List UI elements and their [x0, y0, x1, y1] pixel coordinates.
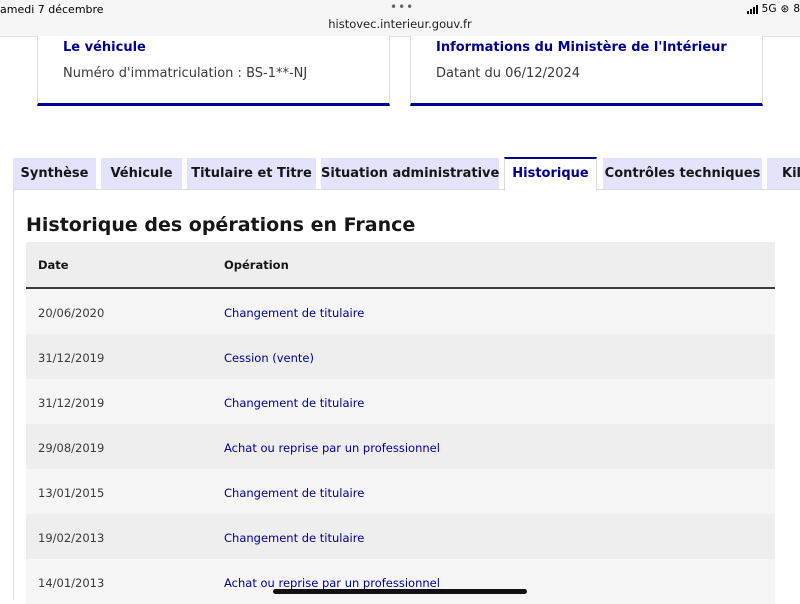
row-date: 14/01/2013	[38, 576, 105, 590]
tab-titulaire[interactable]: Titulaire et Titre	[187, 158, 316, 190]
signal-icon	[746, 4, 758, 14]
table-row: 29/08/2019 Achat ou reprise par un profe…	[26, 424, 775, 469]
vehicle-card: Le véhicule Numéro d'immatriculation : B…	[37, 36, 390, 106]
tab-kilometrage[interactable]: Kilo	[767, 158, 800, 190]
focus-icon: ⊛	[780, 3, 790, 15]
tab-vehicule[interactable]: Véhicule	[101, 158, 182, 190]
table-row: 20/06/2020 Changement de titulaire	[26, 289, 775, 334]
row-date: 20/06/2020	[38, 306, 105, 320]
row-operation-link[interactable]: Changement de titulaire	[224, 486, 364, 500]
row-operation-link[interactable]: Changement de titulaire	[224, 531, 364, 545]
row-date: 19/02/2013	[38, 531, 105, 545]
ministry-card: Informations du Ministère de l'Intérieur…	[410, 36, 763, 106]
row-operation-link[interactable]: Changement de titulaire	[224, 396, 364, 410]
operations-table: Date Opération 20/06/2020 Changement de …	[26, 242, 775, 604]
tab-list: Synthèse Véhicule Titulaire et Titre Sit…	[0, 157, 800, 191]
more-dots-icon[interactable]: •••	[390, 0, 414, 14]
row-date: 29/08/2019	[38, 441, 105, 455]
row-operation-link[interactable]: Changement de titulaire	[224, 306, 364, 320]
row-operation-link[interactable]: Achat ou reprise par un professionnel	[224, 576, 440, 590]
row-date: 31/12/2019	[38, 351, 105, 365]
tab-controles-techniques[interactable]: Contrôles techniques	[603, 158, 762, 190]
tab-historique[interactable]: Historique	[504, 157, 597, 191]
home-indicator[interactable]	[273, 589, 527, 594]
table-row: 13/01/2015 Changement de titulaire	[26, 469, 775, 514]
row-operation-link[interactable]: Cession (vente)	[224, 351, 314, 365]
table-row: 31/12/2019 Cession (vente)	[26, 334, 775, 379]
ministry-card-title: Informations du Ministère de l'Intérieur	[436, 40, 727, 55]
column-header-date: Date	[38, 258, 69, 272]
row-date: 13/01/2015	[38, 486, 105, 500]
table-row: 19/02/2013 Changement de titulaire	[26, 514, 775, 559]
tab-situation-administrative[interactable]: Situation administrative	[321, 158, 499, 190]
status-bar: amedi 7 décembre ••• histovec.interieur.…	[0, 0, 800, 37]
table-row: 31/12/2019 Changement de titulaire	[26, 379, 775, 424]
row-date: 31/12/2019	[38, 396, 105, 410]
address-bar-url[interactable]: histovec.interieur.gouv.fr	[0, 17, 800, 31]
row-operation-link[interactable]: Achat ou reprise par un professionnel	[224, 441, 440, 455]
table-header: Date Opération	[26, 242, 775, 289]
table-row: 14/01/2013 Achat ou reprise par un profe…	[26, 559, 775, 604]
vehicle-card-title: Le véhicule	[63, 40, 146, 55]
tab-synthese[interactable]: Synthèse	[13, 158, 96, 190]
registration-number: Numéro d'immatriculation : BS-1**-NJ	[63, 66, 308, 81]
status-date: amedi 7 décembre	[0, 3, 104, 16]
network-label: 5G	[761, 3, 777, 15]
status-indicators: 5G ⊛ 8	[746, 3, 800, 15]
column-header-operation: Opération	[224, 258, 289, 272]
data-date: Datant du 06/12/2024	[436, 66, 581, 81]
battery-label: 8	[793, 3, 800, 15]
page-title: Historique des opérations en France	[26, 214, 416, 236]
